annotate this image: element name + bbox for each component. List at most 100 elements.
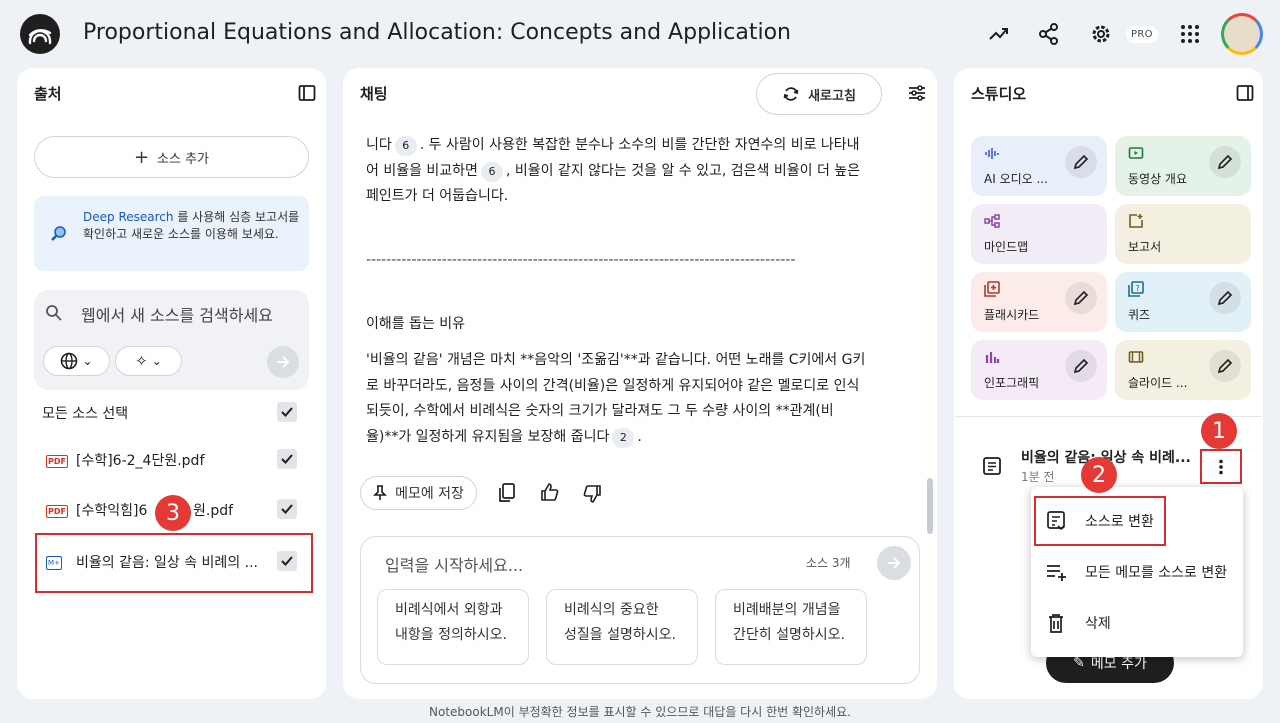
edit-pencil-icon[interactable] xyxy=(1065,350,1097,382)
source-checkbox[interactable] xyxy=(277,499,297,519)
collapse-panel-icon[interactable] xyxy=(298,84,316,106)
chevron-down-icon: ⌄ xyxy=(151,354,162,368)
suggestion-chip[interactable]: 비례식의 중요한 성질을 설명하시오. xyxy=(546,589,698,665)
trash-icon xyxy=(1049,614,1063,633)
add-source-button[interactable]: + 소스 추가 xyxy=(34,136,309,178)
search-icon xyxy=(45,304,63,326)
pin-icon xyxy=(373,485,387,500)
chat-message-paragraph: '비율의 같음' 개념은 마치 **음악의 '조옮김'**과 같습니다. 어떤 … xyxy=(366,348,866,450)
notebook-title[interactable]: Proportional Equations and Allocation: C… xyxy=(83,20,791,45)
studio-card-flashcards[interactable]: 플래시카드 xyxy=(971,272,1107,332)
step-badge-3: 3 xyxy=(155,495,191,531)
suggestion-chip[interactable]: 비례식에서 외항과 내항을 정의하시오. xyxy=(377,589,529,665)
chat-message-paragraph: 니다 6. 두 사람이 사용한 복잡한 분수나 소수의 비를 간단한 자연수의 비… xyxy=(366,136,861,204)
collapse-panel-icon[interactable] xyxy=(1236,84,1254,106)
note-source-icon: M+ xyxy=(46,556,62,570)
chat-input[interactable]: 입력을 시작하세요... xyxy=(385,552,523,576)
source-item[interactable]: PDF xyxy=(46,449,68,468)
thumbs-down-icon[interactable] xyxy=(582,484,602,508)
report-icon xyxy=(1129,214,1143,228)
refresh-button[interactable]: 새로고침 xyxy=(756,73,882,115)
web-source-dropdown[interactable]: ⌄ xyxy=(43,346,110,376)
globe-icon xyxy=(61,352,78,370)
pro-badge: PRO xyxy=(1126,26,1158,43)
note-icon xyxy=(982,456,1002,480)
edit-pencil-icon[interactable] xyxy=(1209,146,1241,178)
studio-card-report[interactable]: 보고서 xyxy=(1115,204,1251,264)
analytics-icon[interactable] xyxy=(985,20,1013,48)
note-add-icon: ✎ xyxy=(1073,655,1085,671)
source-name[interactable]: [수학]6-2_4단원.pdf xyxy=(76,450,204,470)
highlight-box xyxy=(1034,496,1166,546)
copy-icon[interactable] xyxy=(498,483,516,507)
note-more-button[interactable] xyxy=(1200,449,1242,484)
step-badge-1: 1 xyxy=(1201,413,1237,449)
more-vertical-icon xyxy=(1219,459,1223,474)
step-badge-2: 2 xyxy=(1081,457,1117,493)
source-item[interactable]: M+ xyxy=(46,550,62,570)
plus-icon: + xyxy=(133,146,150,168)
chat-heading: 이해를 돕는 비유 xyxy=(366,316,466,332)
chat-settings-icon[interactable] xyxy=(907,83,927,107)
deep-research-text: Deep Research 를 사용해 심층 보고서를 확인하고 새로운 소스를… xyxy=(83,210,300,241)
source-item[interactable]: PDF xyxy=(46,499,68,518)
citation-chip[interactable]: 6 xyxy=(394,136,417,156)
menu-item-convert-all-notes[interactable]: 모든 메모를 소스로 변환 xyxy=(1031,548,1243,596)
save-memo-label: 메모에 저장 xyxy=(395,486,464,502)
mindmap-icon xyxy=(984,214,1000,228)
source-checkbox[interactable] xyxy=(277,551,297,571)
source-name[interactable]: [수학익힘]6 xyxy=(76,500,147,520)
share-icon[interactable] xyxy=(1035,20,1063,48)
notebooklm-logo[interactable] xyxy=(20,14,60,54)
deep-research-link[interactable]: Deep Research xyxy=(83,210,173,224)
select-all-checkbox[interactable] xyxy=(277,402,297,422)
apps-grid-icon[interactable] xyxy=(1176,20,1204,48)
arrow-right-icon xyxy=(277,356,290,368)
settings-gear-icon[interactable] xyxy=(1087,20,1115,48)
user-avatar[interactable] xyxy=(1221,13,1263,55)
refresh-icon xyxy=(783,87,799,101)
web-search-input[interactable]: 웹에서 새 소스를 검색하세요 xyxy=(81,302,273,326)
research-mode-dropdown[interactable]: ✧ ⌄ xyxy=(115,346,182,376)
studio-card-mindmap[interactable]: 마인드맵 xyxy=(971,204,1107,264)
citation-chip[interactable]: 6 xyxy=(480,161,503,182)
suggestion-chip[interactable]: 비례배분의 개념을 간단히 설명하시오. xyxy=(715,589,867,665)
source-count: 소스 3개 xyxy=(806,556,851,570)
edit-pencil-icon[interactable] xyxy=(1209,350,1241,382)
select-all-label: 모든 소스 선택 xyxy=(42,406,129,422)
source-name[interactable]: 비율의 같음: 일상 속 비례의 ... xyxy=(76,552,258,572)
svg-text:?: ? xyxy=(1136,284,1140,293)
send-button[interactable] xyxy=(877,546,911,580)
chat-divider: ----------------------------------------… xyxy=(366,252,796,268)
edit-pencil-icon[interactable] xyxy=(1209,282,1241,314)
chat-scrollbar[interactable] xyxy=(927,478,933,534)
studio-card-quiz[interactable]: ? 퀴즈 xyxy=(1115,272,1251,332)
disclaimer-footer: NotebookLM이 부정확한 정보를 표시할 수 있으므로 대답을 다시 한… xyxy=(429,705,851,719)
studio-card-slides[interactable]: 슬라이드 ... xyxy=(1115,340,1251,400)
source-checkbox[interactable] xyxy=(277,449,297,469)
playlist-add-icon xyxy=(1047,565,1066,581)
studio-card-audio[interactable]: AI 오디오 ... xyxy=(971,136,1107,196)
chevron-down-icon: ⌄ xyxy=(82,354,93,368)
quiz-icon: ? xyxy=(1128,281,1144,297)
submit-search-button[interactable] xyxy=(267,346,299,378)
arrow-right-icon xyxy=(888,557,901,569)
citation-chip[interactable]: 2 xyxy=(612,427,635,448)
studio-card-infographic[interactable]: 인포그래픽 xyxy=(971,340,1107,400)
source-name-suffix[interactable]: 원.pdf xyxy=(193,500,233,520)
save-to-memo-button[interactable]: 메모에 저장 xyxy=(360,476,477,510)
edit-pencil-icon[interactable] xyxy=(1065,146,1097,178)
edit-pencil-icon[interactable] xyxy=(1065,282,1097,314)
magnifier-icon xyxy=(50,225,68,247)
studio-title: 스튜디오 xyxy=(971,85,1027,103)
thumbs-up-icon[interactable] xyxy=(540,482,560,506)
chat-title: 채팅 xyxy=(360,85,388,103)
top-bar: Proportional Equations and Allocation: C… xyxy=(0,0,1280,66)
sparkle-search-icon: ✧ xyxy=(135,352,148,370)
slides-icon xyxy=(1128,351,1144,363)
sources-title: 출처 xyxy=(34,85,62,103)
menu-item-delete[interactable]: 삭제 xyxy=(1031,599,1243,647)
refresh-label: 새로고침 xyxy=(808,88,856,104)
audio-wave-icon xyxy=(985,148,999,159)
studio-card-video[interactable]: 동영상 개요 xyxy=(1115,136,1251,196)
